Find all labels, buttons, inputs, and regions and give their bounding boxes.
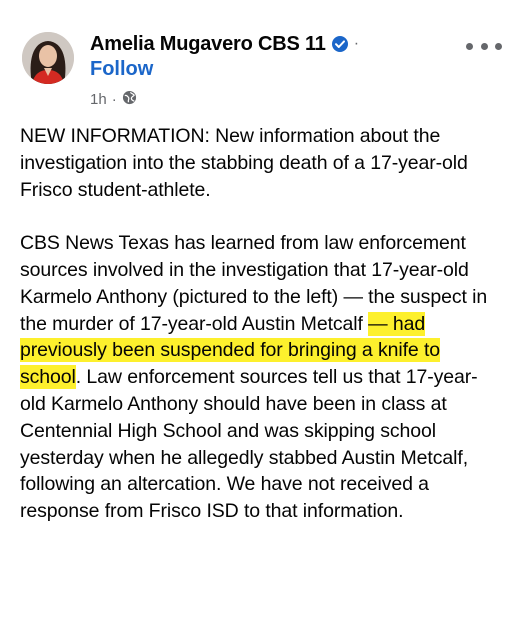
more-dot <box>495 42 502 50</box>
more-dot <box>466 42 473 50</box>
post-text: NEW INFORMATION: New information about t… <box>20 123 500 525</box>
meta-separator: · <box>111 91 117 108</box>
author-row: Amelia Mugavero CBS 11 · <box>90 30 359 58</box>
post-paragraph-1: NEW INFORMATION: New information about t… <box>20 125 468 201</box>
more-dot <box>480 42 488 50</box>
avatar[interactable] <box>22 32 74 84</box>
globe-icon <box>122 90 137 109</box>
post-meta: 1h · <box>90 90 137 109</box>
profile-photo <box>22 32 74 84</box>
post-header: Amelia Mugavero CBS 11 · Follow 1h · <box>0 0 512 120</box>
author-name[interactable]: Amelia Mugavero CBS 11 <box>90 33 326 56</box>
name-separator: · <box>353 35 360 52</box>
paragraph-2-end: . Law enforcement sources tell us that 1… <box>20 366 478 523</box>
timestamp[interactable]: 1h <box>90 91 107 108</box>
verified-badge-icon <box>331 35 349 53</box>
more-options-icon[interactable] <box>466 38 502 54</box>
post-paragraph-2: CBS News Texas has learned from law enfo… <box>20 230 500 525</box>
follow-button[interactable]: Follow <box>90 58 153 81</box>
